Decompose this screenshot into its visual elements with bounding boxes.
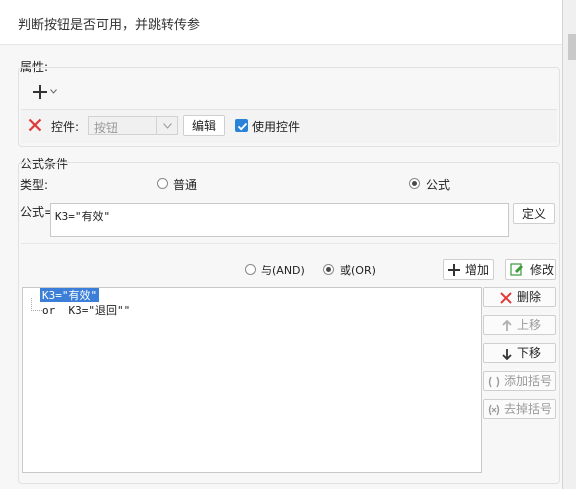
delete-icon [500,292,512,304]
background-scroll-stub [568,34,576,60]
remove-parentheses-icon [488,404,500,416]
logic-and-radio[interactable] [245,264,256,275]
move-down-button[interactable]: 下移 [483,343,556,363]
arrow-up-icon [502,320,512,331]
title-bar: 判断按钮是否可用，并跳转传参 [0,0,562,45]
remove-parens-label: 去掉括号 [504,402,553,416]
define-button[interactable]: 定义 [513,203,555,224]
add-parens-button[interactable]: 添加括号 [483,371,556,391]
control-select-arrow-button[interactable] [156,117,177,134]
add-condition-label: 增加 [465,263,490,277]
use-control-label: 使用控件 [252,120,301,134]
chevron-down-icon [163,123,172,129]
logic-and-label: 与(AND) [261,264,305,277]
condition-item-1[interactable]: K3="有效" [40,288,100,302]
condition-list[interactable]: K3="有效" or K3="退回"" [22,287,482,473]
control-select[interactable]: 按钮 [88,116,178,135]
divider [21,243,557,244]
plus-icon [448,264,460,276]
modify-icon [510,263,523,276]
modify-condition-label: 修改 [530,263,555,277]
add-condition-button[interactable]: 增加 [443,259,494,280]
formula-input[interactable]: K3="有效" [50,203,509,237]
formula-label: 公式= [20,205,55,219]
type-normal-label: 普通 [173,178,198,192]
control-select-value: 按钮 [94,121,119,135]
background-panel [562,0,576,489]
logic-or-radio[interactable] [323,264,334,275]
plus-icon [33,85,47,99]
edit-button[interactable]: 编辑 [183,115,225,136]
type-formula-label: 公式 [426,178,451,192]
move-up-button[interactable]: 上移 [483,315,556,335]
condition-item-1-text: K3="有效" [42,289,98,302]
remove-control-icon[interactable] [28,118,42,132]
delete-condition-label: 删除 [517,290,542,304]
dialog-title: 判断按钮是否可用，并跳转传参 [18,18,201,33]
remove-parens-button[interactable]: 去掉括号 [483,399,556,419]
control-label: 控件: [51,120,80,134]
add-parens-label: 添加括号 [504,374,553,388]
delete-condition-button[interactable]: 删除 [483,287,556,307]
arrow-down-icon [502,349,512,360]
use-control-checkbox[interactable] [235,119,248,132]
chevron-down-icon [50,89,57,94]
move-down-label: 下移 [517,346,542,360]
type-label: 类型: [20,178,49,192]
check-icon [237,122,248,131]
type-normal-radio[interactable] [157,178,168,189]
move-up-label: 上移 [517,318,542,332]
condition-item-2-text: or K3="退回"" [42,304,131,317]
formula-input-value: K3="有效" [55,210,111,223]
condition-item-2[interactable]: or K3="退回"" [42,303,130,317]
type-formula-radio[interactable] [409,178,420,189]
dialog: 判断按钮是否可用，并跳转传参 属性: 控件: 按钮 编辑 使用控件 公式条件 类… [0,0,563,489]
add-property-button[interactable] [30,83,60,101]
modify-condition-button[interactable]: 修改 [505,259,556,280]
logic-or-label: 或(OR) [340,264,376,277]
parentheses-icon [488,376,500,388]
